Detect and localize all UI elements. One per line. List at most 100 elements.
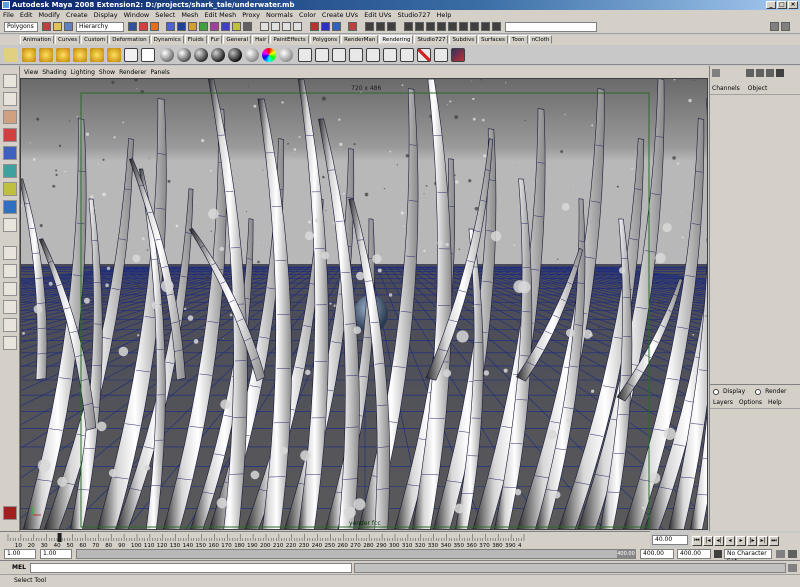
blinn-sphere-icon[interactable] xyxy=(177,48,191,62)
manipulator-tool-icon[interactable] xyxy=(3,182,17,196)
channels-menu[interactable]: Channels xyxy=(712,85,740,92)
go-to-end-icon[interactable]: ⏭ xyxy=(769,536,779,546)
menu-create-uvs[interactable]: Create UVs xyxy=(319,10,361,20)
snapshot-shelf-icon[interactable] xyxy=(383,48,397,62)
channel-tool-icon[interactable] xyxy=(766,69,774,77)
lambert-sphere-icon[interactable] xyxy=(160,48,174,62)
channel-toggle-icon[interactable] xyxy=(712,69,720,77)
channel-layout-icon[interactable] xyxy=(746,69,754,77)
shelf-tab-renderman[interactable]: RenderMan xyxy=(341,35,379,44)
mask-joints-icon[interactable] xyxy=(177,22,186,31)
time-slider-ruler[interactable]: 10 20 30 40 50 60 70 80 90 100 110 120 130 140 150 160 1… xyxy=(0,532,650,549)
shelf-tab-custom[interactable]: Custom xyxy=(81,35,109,44)
playback-start-field[interactable]: 1.00 xyxy=(40,549,72,559)
playback-end-field[interactable]: 400.00 xyxy=(640,549,674,559)
mask-misc-icon[interactable] xyxy=(243,22,252,31)
input-ops-icon[interactable] xyxy=(321,22,330,31)
render-radio[interactable] xyxy=(755,388,762,395)
shelf-menu-icon[interactable] xyxy=(4,48,18,62)
shelf-tab-polygons[interactable]: Polygons xyxy=(309,35,341,44)
open-scene-icon[interactable] xyxy=(53,22,62,31)
snap-curve-icon[interactable] xyxy=(271,22,280,31)
render-current-frame-icon[interactable] xyxy=(365,22,374,31)
hypershade-shelf-icon[interactable] xyxy=(124,48,138,62)
snap-point-icon[interactable] xyxy=(282,22,291,31)
paint-tool-icon[interactable] xyxy=(451,48,465,62)
snapshot-icon[interactable] xyxy=(459,22,468,31)
soft-mod-tool-icon[interactable] xyxy=(3,200,17,214)
phong-e-sphere-icon[interactable] xyxy=(211,48,225,62)
snap-grid-icon[interactable] xyxy=(260,22,269,31)
menu-select[interactable]: Select xyxy=(152,10,178,20)
directional-light-icon[interactable] xyxy=(39,48,53,62)
display-settings-icon[interactable] xyxy=(481,22,490,31)
mask-deformations-icon[interactable] xyxy=(210,22,219,31)
menu-studio727[interactable]: Studio727 xyxy=(394,10,433,20)
shelf-tab-painteffects[interactable]: PaintEffects xyxy=(270,35,309,44)
paint-select-tool-icon[interactable] xyxy=(3,110,17,124)
mask-handles-icon[interactable] xyxy=(166,22,175,31)
batch-render-shelf-icon[interactable] xyxy=(366,48,380,62)
close-button[interactable]: × xyxy=(788,1,798,9)
menu-proxy[interactable]: Proxy xyxy=(239,10,263,20)
show-manipulator-icon[interactable] xyxy=(3,218,17,232)
shelf-tab-rendering[interactable]: Rendering xyxy=(379,35,414,44)
current-frame-field[interactable]: 40.00 xyxy=(652,535,688,545)
mel-command-input[interactable] xyxy=(30,563,352,573)
shelf-tab-subdivs[interactable]: Subdivs xyxy=(449,35,478,44)
menu-file[interactable]: File xyxy=(0,10,17,20)
viewport-canvas[interactable]: 720 x 486 yender fcc xyxy=(21,79,708,530)
layered-shader-sphere-icon[interactable] xyxy=(279,48,293,62)
shelf-tab-hair[interactable]: Hair xyxy=(252,35,270,44)
channel-attr-icon[interactable] xyxy=(756,69,764,77)
shelf-tab-fluids[interactable]: Fluids xyxy=(184,35,207,44)
shelf-tab-deformation[interactable]: Deformation xyxy=(109,35,150,44)
animation-start-field[interactable]: 1.00 xyxy=(4,549,36,559)
render-settings-shelf-icon[interactable] xyxy=(400,48,414,62)
select-tool-icon[interactable] xyxy=(3,74,17,88)
range-slider-end-handle[interactable]: 400.00 xyxy=(617,550,635,558)
perspective-viewport[interactable]: 720 x 486 yender fcc xyxy=(20,78,708,530)
construction-history-icon[interactable] xyxy=(348,22,357,31)
menu-edit-uvs[interactable]: Edit UVs xyxy=(361,10,394,20)
animation-end-field[interactable]: 400.00 xyxy=(677,549,711,559)
spot-light-icon[interactable] xyxy=(73,48,87,62)
shelf-tab-fur[interactable]: Fur xyxy=(207,35,223,44)
range-slider-bar[interactable]: 400.00 xyxy=(76,549,636,559)
menu-mesh[interactable]: Mesh xyxy=(178,10,201,20)
menu-edit-mesh[interactable]: Edit Mesh xyxy=(201,10,239,20)
mask-rendering-icon[interactable] xyxy=(232,22,241,31)
layout-outliner-icon[interactable] xyxy=(3,282,17,296)
shelf-tab-ncloth[interactable]: nCloth xyxy=(528,35,553,44)
render-view-shelf-icon[interactable] xyxy=(141,48,155,62)
layout-single-pane-icon[interactable] xyxy=(3,246,17,260)
anisotropic-sphere-icon[interactable] xyxy=(228,48,242,62)
shelf-tab-surfaces[interactable]: Surfaces xyxy=(478,35,508,44)
layout-four-pane-icon[interactable] xyxy=(3,264,17,278)
script-editor-icon[interactable] xyxy=(3,506,17,520)
shelf-tab-animation[interactable]: Animation xyxy=(20,35,55,44)
prev-key-icon[interactable]: ◂| xyxy=(714,536,724,546)
ambient-light-icon[interactable] xyxy=(22,48,36,62)
object-menu[interactable]: Object xyxy=(748,85,768,92)
render-globals-icon[interactable] xyxy=(426,22,435,31)
layout-hypershade-icon[interactable] xyxy=(3,318,17,332)
shelf-tab-general[interactable]: General xyxy=(223,35,252,44)
script-editor-button-icon[interactable] xyxy=(788,564,797,572)
history-icon[interactable] xyxy=(310,22,319,31)
ramp-shader-sphere-icon[interactable] xyxy=(262,48,276,62)
menu-color[interactable]: Color xyxy=(296,10,319,20)
channel-pause-icon[interactable] xyxy=(776,69,784,77)
snap-view-plane-icon[interactable] xyxy=(293,22,302,31)
select-by-hierarchy-icon[interactable] xyxy=(128,22,137,31)
maximize-button[interactable]: □ xyxy=(777,1,787,9)
ipr-shelf-icon[interactable] xyxy=(349,48,363,62)
shelf-tab-studio727[interactable]: Studio727 xyxy=(414,35,449,44)
shelf-tab-dynamics[interactable]: Dynamics xyxy=(150,35,184,44)
step-forward-icon[interactable]: ▸| xyxy=(758,536,768,546)
menu-normals[interactable]: Normals xyxy=(263,10,296,20)
select-by-object-icon[interactable] xyxy=(139,22,148,31)
layers-menu[interactable]: Layers xyxy=(713,399,733,406)
mask-curves-icon[interactable] xyxy=(188,22,197,31)
mask-dynamics-icon[interactable] xyxy=(221,22,230,31)
